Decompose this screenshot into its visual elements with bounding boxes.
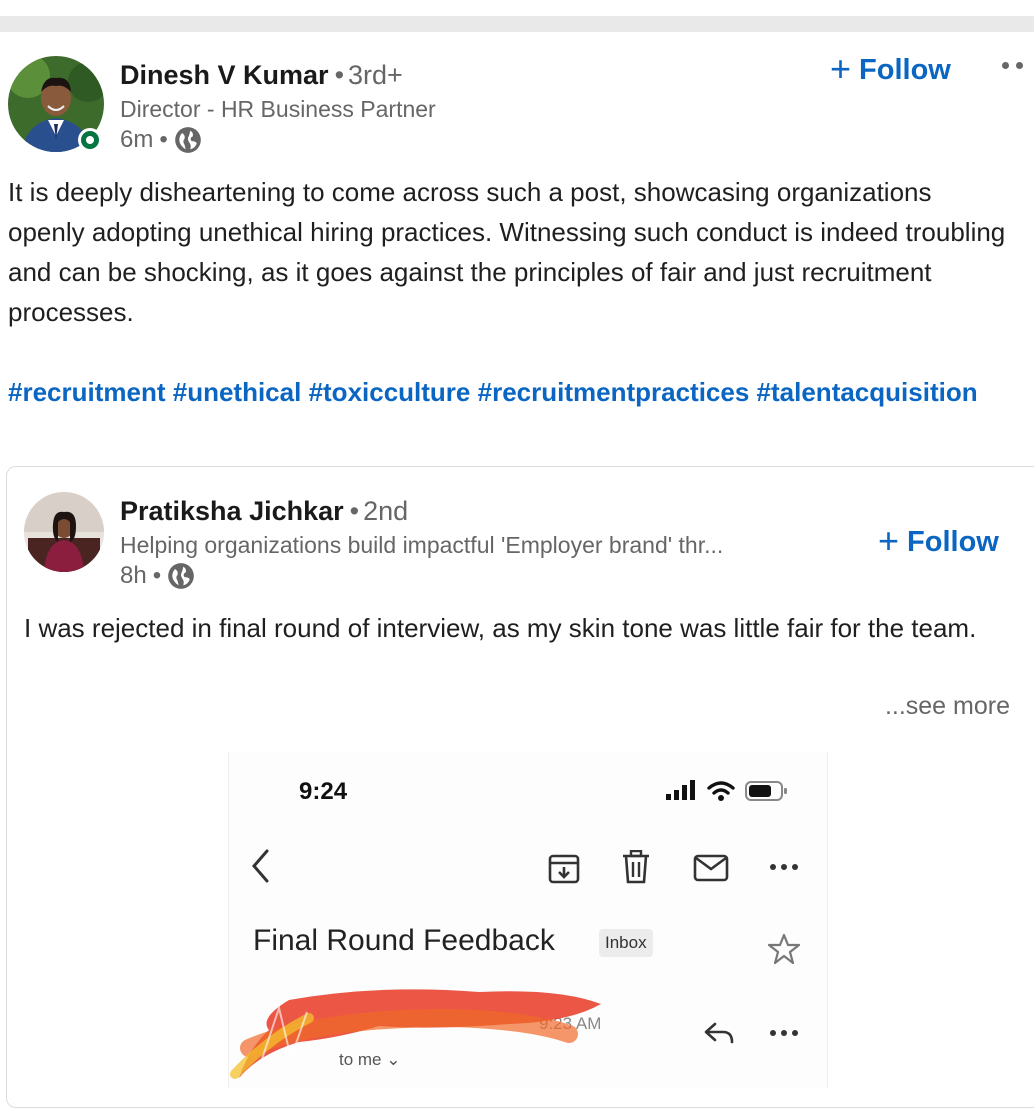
post-text: It is deeply disheartening to come acros… xyxy=(8,177,1006,327)
reply-icon[interactable] xyxy=(703,1020,735,1046)
plus-icon: + xyxy=(830,48,852,89)
connection-degree: 3rd+ xyxy=(348,60,403,90)
separator-dot: • xyxy=(349,496,360,526)
more-horizontal-icon[interactable] xyxy=(769,1028,799,1038)
reshared-follow-button[interactable]: + Follow xyxy=(878,520,999,561)
hashtag-link[interactable]: #recruitmentpractices xyxy=(478,377,750,407)
connection-degree: 2nd xyxy=(363,496,409,526)
email-recipient[interactable]: to me ⌄ xyxy=(339,1050,401,1070)
wifi-icon xyxy=(707,781,735,801)
online-status-indicator xyxy=(78,128,102,152)
post-meta: 6m • xyxy=(120,126,202,154)
author-headline: Director - HR Business Partner xyxy=(120,96,436,122)
author-name[interactable]: Dinesh V Kumar xyxy=(120,60,329,90)
reshared-author-headline: Helping organizations build impactful 'E… xyxy=(120,532,724,558)
hashtag-link[interactable]: #toxicculture xyxy=(309,377,471,407)
plus-icon: + xyxy=(878,520,900,561)
separator-dot: • xyxy=(152,562,162,589)
hashtag-link[interactable]: #unethical xyxy=(173,377,302,407)
post-time: 8h xyxy=(120,562,147,589)
email-subject: Final Round Feedback xyxy=(253,924,555,957)
see-more-link[interactable]: ...see more xyxy=(885,692,1010,721)
hashtag-list: #recruitment #unethical #toxicculture #r… xyxy=(8,372,1008,412)
hashtag-link[interactable]: #talentacquisition xyxy=(757,377,978,407)
trash-icon[interactable] xyxy=(621,850,651,884)
hashtag-link[interactable]: #recruitment xyxy=(8,377,166,407)
more-options-icon[interactable] xyxy=(1002,62,1023,69)
follow-button[interactable]: + Follow xyxy=(830,48,951,89)
inbox-label-badge: Inbox xyxy=(599,929,653,957)
reshared-author-avatar[interactable] xyxy=(24,492,104,572)
status-bar-time: 9:24 xyxy=(299,778,348,805)
reshared-author-name-line[interactable]: Pratiksha Jichkar • 2nd xyxy=(120,496,408,527)
star-icon[interactable] xyxy=(767,932,801,966)
separator-dot: • xyxy=(334,60,345,90)
reshared-post-text: I was rejected in final round of intervi… xyxy=(24,613,977,643)
battery-icon xyxy=(745,781,787,801)
globe-icon xyxy=(168,563,194,589)
globe-icon xyxy=(174,127,201,153)
author-name-line[interactable]: Dinesh V Kumar • 3rd+ xyxy=(120,60,403,91)
feed-top-separator xyxy=(0,0,1034,32)
attached-screenshot-image[interactable]: 9:24 Final Round Feedback Inbox 9:23 AM … xyxy=(228,752,828,1088)
follow-label: Follow xyxy=(907,526,999,558)
separator-dot: • xyxy=(159,126,168,153)
more-horizontal-icon[interactable] xyxy=(769,862,799,872)
archive-icon[interactable] xyxy=(547,852,581,884)
signal-icon xyxy=(666,780,695,800)
post-time: 6m xyxy=(120,126,154,153)
post-body: It is deeply disheartening to come acros… xyxy=(8,172,1008,412)
reshared-post-meta: 8h • xyxy=(120,562,195,590)
chevron-left-icon[interactable] xyxy=(249,848,273,884)
redaction-scribble xyxy=(230,989,601,1079)
mail-icon[interactable] xyxy=(693,854,729,882)
reshared-author-name[interactable]: Pratiksha Jichkar xyxy=(120,496,344,526)
follow-label: Follow xyxy=(859,54,951,86)
